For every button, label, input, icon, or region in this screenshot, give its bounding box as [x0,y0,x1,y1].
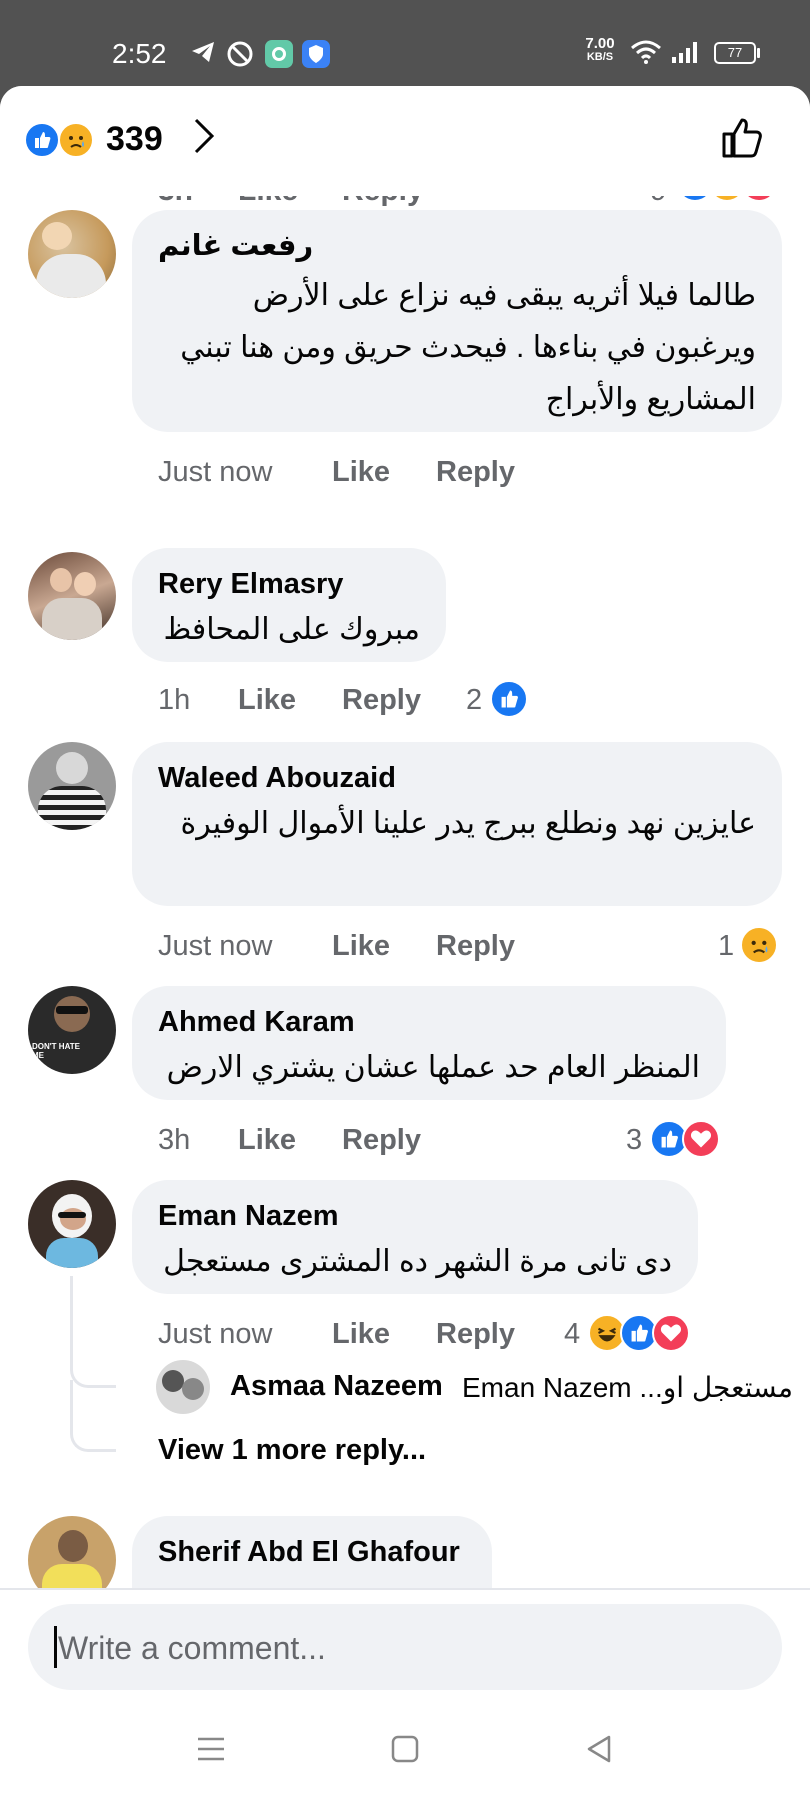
like-button-icon[interactable] [718,114,766,162]
net-speed: 7.00 KB/S [585,35,615,63]
comment-reactions[interactable]: 4 [564,1314,704,1354]
back-icon[interactable] [584,1734,614,1764]
avatar[interactable]: DON'T HATE ME [28,986,116,1074]
avatar[interactable] [28,552,116,640]
like-button[interactable]: Like [332,930,390,963]
comment-item: Sherif Abd El Ghafour [0,1516,810,1588]
comment-bubble[interactable]: Waleed Abouzaid عايزين نهد ونطلع ببرج يد… [132,742,782,906]
comment-author[interactable]: Ahmed Karam [158,1004,700,1040]
comment-bubble[interactable]: Eman Nazem دى تانى مرة الشهر ده المشترى … [132,1180,698,1294]
like-button[interactable]: Like [332,456,390,489]
comment-time: 3h [158,1124,191,1156]
comment-time: 1h [158,684,191,716]
text-cursor [54,1626,57,1668]
sad-reaction-icon [58,122,94,158]
no-disturb-icon [227,41,253,67]
avatar[interactable] [28,1516,116,1588]
comment-input[interactable]: Write a comment... [28,1604,782,1690]
comment-time: Just now [158,930,273,962]
comment-reactions[interactable]: 2 [466,680,546,720]
signal-icon [672,42,697,63]
app-icon [265,40,293,68]
reply-author[interactable]: Asmaa Nazeem [230,1370,443,1403]
like-reaction-icon [24,122,60,158]
reply-preview[interactable]: Asmaa Nazeem Eman Nazem ...مستعجل او [156,1360,796,1416]
menu-icon[interactable] [196,1734,226,1764]
sad-reaction-icon [740,926,778,964]
battery-icon: 77 [714,42,756,64]
shield-icon [302,40,330,68]
comment-text: عايزين نهد ونطلع ببرج يدر علينا الأموال … [180,807,756,840]
thread-connector [70,1380,116,1452]
comment-text: طالما فيلا أثريه يبقى فيه نزاع على الأرض… [180,279,756,416]
avatar[interactable] [28,1180,116,1268]
comment-bubble[interactable]: Sherif Abd El Ghafour [132,1516,492,1588]
comment-text: دى تانى مرة الشهر ده المشترى مستعجل [163,1245,672,1278]
telegram-icon [192,42,214,62]
comment-reactions[interactable]: 3 [626,1120,746,1160]
comment-text: مبروك على المحافظ [163,613,420,646]
like-button[interactable]: Like [332,1318,390,1351]
navigation-bar [0,1700,810,1800]
love-reaction-icon [652,1314,690,1352]
avatar[interactable] [28,210,116,298]
like-button[interactable]: Like [238,684,296,717]
reply-button[interactable]: Reply [436,456,515,489]
comments-sheet: 3h Like Reply 9 339 [0,86,810,1800]
comment-author[interactable]: Rery Elmasry [158,566,420,602]
comment-input-placeholder: Write a comment... [58,1630,326,1666]
comment-author[interactable]: Eman Nazem [158,1198,672,1234]
thread-connector [70,1276,116,1388]
comment-bubble[interactable]: Rery Elmasry مبروك على المحافظ [132,548,446,662]
reply-button[interactable]: Reply [342,684,421,717]
chevron-right-icon[interactable] [190,116,218,156]
comment-bubble[interactable]: Ahmed Karam المنظر العام حد عملها عشان ي… [132,986,726,1100]
comment-author[interactable]: رفعت غانم [158,228,756,264]
wifi-icon [631,40,661,64]
view-more-replies[interactable]: View 1 more reply... [158,1434,426,1467]
avatar[interactable] [156,1360,210,1414]
comment-author[interactable]: Sherif Abd El Ghafour [158,1534,466,1570]
status-time: 2:52 [112,38,167,69]
reply-button[interactable]: Reply [436,930,515,963]
comment-text: المنظر العام حد عملها عشان يشتري الارض [166,1051,700,1084]
comment-reactions[interactable]: 1 [718,926,798,966]
like-reaction-icon [490,680,528,718]
comment-bubble[interactable]: رفعت غانم طالما فيلا أثريه يبقى فيه نزاع… [132,210,782,432]
avatar[interactable] [28,742,116,830]
comment-author[interactable]: Waleed Abouzaid [158,760,756,796]
like-button[interactable]: Like [238,1124,296,1157]
reactions-header[interactable]: 339 [0,86,810,196]
reply-text: Eman Nazem ...مستعجل او [462,1372,794,1403]
status-bar: 2:52 7.00 KB/S 77 [0,0,810,86]
comment-time: Just now [158,456,273,488]
home-icon[interactable] [390,1734,420,1764]
comment-time: Just now [158,1318,273,1350]
reply-button[interactable]: Reply [436,1318,515,1351]
reply-button[interactable]: Reply [342,1124,421,1157]
love-reaction-icon [682,1120,720,1158]
reaction-count: 339 [106,120,163,158]
